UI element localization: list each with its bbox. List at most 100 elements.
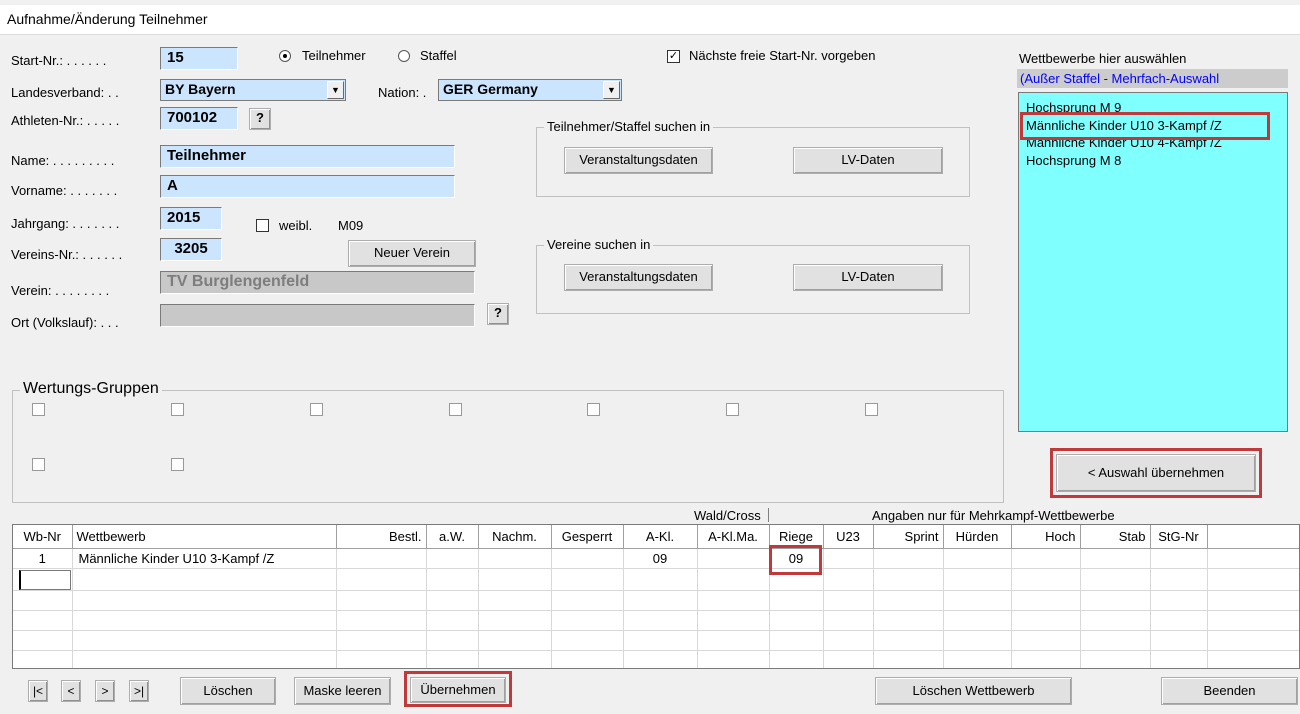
table-row-empty[interactable]: [13, 568, 1299, 591]
cell-stg-nr[interactable]: [1150, 548, 1208, 569]
cell-bestl[interactable]: [336, 548, 427, 569]
label-jahrgang: Jahrgang: . . . . . . .: [11, 216, 120, 231]
window-title: Aufnahme/Änderung Teilnehmer: [0, 5, 1300, 35]
col-header: Bestl.: [336, 525, 427, 549]
wettbewerbe-list[interactable]: Hochsprung M 9 Männliche Kinder U10 3-Ka…: [1018, 92, 1288, 432]
table-row[interactable]: 1 Männliche Kinder U10 3-Kampf /Z 09 09: [13, 548, 1299, 569]
naechste-label: Nächste freie Start-Nr. vorgeben: [689, 48, 876, 63]
vereine-suchen-title: Vereine suchen in: [544, 237, 654, 252]
verein-field[interactable]: TV Burglengenfeld: [160, 271, 475, 294]
col-header: Wettbewerb: [72, 525, 337, 549]
radio-teilnehmer[interactable]: [279, 50, 291, 62]
lv-daten-button-1[interactable]: LV-Daten: [793, 147, 943, 174]
wettbewerb-table[interactable]: Wb-Nr Wettbewerb Bestl. a.W. Nachm. Gesp…: [12, 524, 1300, 669]
cell-gesperrt[interactable]: [551, 548, 624, 569]
nav-last-button[interactable]: >|: [129, 680, 149, 702]
athleten-help-button[interactable]: ?: [249, 108, 271, 130]
new-row-input[interactable]: [19, 569, 71, 589]
cell-stab[interactable]: [1080, 548, 1151, 569]
nation-select[interactable]: GER Germany ▼: [438, 79, 622, 101]
table-row-empty[interactable]: [13, 590, 1299, 611]
wertungs-checkbox[interactable]: [171, 458, 184, 471]
list-item[interactable]: Hochsprung M 8: [1019, 151, 1287, 170]
cell-aw[interactable]: [426, 548, 479, 569]
radio-teilnehmer-label: Teilnehmer: [302, 48, 366, 63]
highlight-riege: [769, 545, 822, 575]
table-row-empty[interactable]: [13, 610, 1299, 631]
wettbewerbe-note: (Außer Staffel - Mehrfach-Auswahl: [1017, 69, 1288, 88]
cell-nachm[interactable]: [478, 548, 552, 569]
neuer-verein-button[interactable]: Neuer Verein: [348, 240, 476, 267]
label-vereins-nr: Vereins-Nr.: . . . . . .: [11, 247, 123, 262]
cell-filler: [1207, 548, 1299, 569]
vereins-nr-field[interactable]: 3205: [160, 238, 222, 261]
nation-value: GER Germany: [443, 81, 538, 97]
col-header: Sprint: [873, 525, 944, 549]
nav-next-button[interactable]: >: [95, 680, 115, 702]
jahrgang-field[interactable]: 2015: [160, 207, 222, 230]
veranstaltungsdaten-button-2[interactable]: Veranstaltungsdaten: [564, 264, 713, 291]
weibl-checkbox[interactable]: [256, 219, 269, 232]
chevron-down-icon[interactable]: ▼: [327, 81, 344, 99]
age-class-label: M09: [338, 218, 364, 233]
loeschen-wettbewerb-button[interactable]: Löschen Wettbewerb: [875, 677, 1072, 705]
landesverband-select[interactable]: BY Bayern ▼: [160, 79, 346, 101]
nav-prev-button[interactable]: <: [61, 680, 81, 702]
vorname-field[interactable]: A: [160, 175, 455, 198]
athleten-nr-field[interactable]: 700102: [160, 107, 238, 130]
lv-daten-button-2[interactable]: LV-Daten: [793, 264, 943, 291]
col-header: A-Kl.: [623, 525, 698, 549]
chevron-down-icon[interactable]: ▼: [603, 81, 620, 99]
table-row-empty[interactable]: [13, 630, 1299, 651]
table-row-empty[interactable]: [13, 650, 1299, 668]
maske-leeren-button[interactable]: Maske leeren: [294, 677, 391, 705]
cell-u23[interactable]: [823, 548, 874, 569]
col-header: Nachm.: [478, 525, 552, 549]
mehrkampf-header: Angaben nur für Mehrkampf-Wettbewerbe: [872, 508, 1115, 523]
col-header: a.W.: [426, 525, 479, 549]
label-athleten-nr: Athleten-Nr.: . . . . .: [11, 113, 120, 128]
cell-huerden[interactable]: [943, 548, 1012, 569]
col-header-filler: [1207, 525, 1299, 549]
loeschen-button[interactable]: Löschen: [180, 677, 276, 705]
label-nation: Nation: .: [378, 85, 427, 100]
nav-first-button[interactable]: |<: [28, 680, 48, 702]
beenden-button[interactable]: Beenden: [1161, 677, 1298, 705]
wertungs-checkbox[interactable]: [171, 403, 184, 416]
label-name: Name: . . . . . . . . .: [11, 153, 115, 168]
cell-wb-nr[interactable]: 1: [13, 548, 73, 569]
wertungs-checkbox[interactable]: [32, 458, 45, 471]
wertungs-gruppen-title: Wertungs-Gruppen: [20, 380, 162, 398]
label-landesverband: Landesverband: . .: [11, 85, 119, 100]
radio-staffel[interactable]: [398, 50, 410, 62]
wertungs-checkbox[interactable]: [449, 403, 462, 416]
col-header: Gesperrt: [551, 525, 624, 549]
uebernehmen-button[interactable]: Übernehmen: [410, 677, 506, 703]
cell-sprint[interactable]: [873, 548, 944, 569]
landesverband-value: BY Bayern: [165, 81, 236, 97]
header-divider: [768, 508, 769, 522]
auswahl-uebernehmen-button[interactable]: < Auswahl übernehmen: [1056, 454, 1256, 492]
name-field[interactable]: Teilnehmer: [160, 145, 455, 168]
cell-a-kl-ma[interactable]: [697, 548, 770, 569]
cell-wettbewerb[interactable]: Männliche Kinder U10 3-Kampf /Z: [72, 548, 337, 569]
wertungs-checkbox[interactable]: [865, 403, 878, 416]
teilnehmer-suchen-title: Teilnehmer/Staffel suchen in: [544, 119, 714, 134]
weibl-label: weibl.: [279, 218, 313, 233]
wertungs-checkbox[interactable]: [310, 403, 323, 416]
naechste-checkbox[interactable]: ✓: [667, 50, 680, 63]
wertungs-checkbox[interactable]: [726, 403, 739, 416]
cell-a-kl[interactable]: 09: [623, 548, 698, 569]
label-verein: Verein: . . . . . . . .: [11, 283, 110, 298]
veranstaltungsdaten-button-1[interactable]: Veranstaltungsdaten: [564, 147, 713, 174]
wertungs-checkbox[interactable]: [32, 403, 45, 416]
ort-help-button[interactable]: ?: [487, 303, 509, 325]
wertungs-checkbox[interactable]: [587, 403, 600, 416]
col-header: Stab: [1080, 525, 1151, 549]
wettbewerbe-header: Wettbewerbe hier auswählen: [1019, 51, 1187, 66]
col-header: Wb-Nr: [13, 525, 73, 549]
cell-hoch[interactable]: [1011, 548, 1081, 569]
ort-field[interactable]: [160, 304, 475, 327]
label-ort: Ort (Volkslauf): . . .: [11, 315, 119, 330]
start-nr-field[interactable]: 15: [160, 47, 238, 70]
